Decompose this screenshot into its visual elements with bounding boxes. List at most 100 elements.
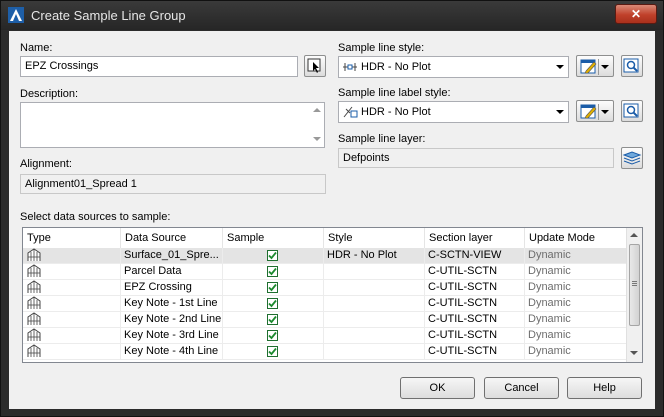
column-header-sample[interactable]: Sample: [223, 228, 324, 248]
column-header-data-source[interactable]: Data Source: [121, 228, 223, 248]
checkmark-icon: [268, 315, 277, 324]
type-cell: [23, 344, 121, 360]
description-label: Description:: [20, 88, 79, 100]
magnifier-icon: [623, 103, 639, 118]
style-cell[interactable]: [324, 296, 425, 312]
sample-checkbox[interactable]: [267, 250, 278, 261]
scroll-up-icon[interactable]: [630, 233, 638, 237]
sample-cell: [223, 248, 324, 264]
sample-checkbox[interactable]: [267, 282, 278, 293]
sample-line-layer-label: Sample line layer:: [338, 133, 426, 145]
type-cell: [23, 248, 121, 264]
table-row[interactable]: Parcel Data C-UTIL-SCTN Dynamic: [23, 264, 628, 280]
sample-checkbox[interactable]: [267, 314, 278, 325]
checkmark-icon: [268, 251, 277, 260]
sample-cell: [223, 312, 324, 328]
type-cell: [23, 312, 121, 328]
description-scrollbar[interactable]: [310, 103, 324, 147]
section-layer-cell[interactable]: C-UTIL-SCTN: [425, 344, 525, 360]
data-sources-grid[interactable]: Type Data Source Sample Style Section la…: [22, 227, 643, 363]
chevron-down-icon: [556, 110, 564, 114]
checkmark-icon: [268, 283, 277, 292]
sample-line-style-edit-button[interactable]: [576, 55, 614, 77]
name-input[interactable]: EPZ Crossings: [20, 56, 298, 77]
data-source-type-icon: [27, 344, 41, 357]
update-mode-cell[interactable]: Dynamic: [525, 280, 628, 296]
table-row[interactable]: Key Note - 1st Line C-UTIL-SCTN Dynamic: [23, 296, 628, 312]
checkmark-icon: [268, 299, 277, 308]
style-cell[interactable]: [324, 312, 425, 328]
style-cell[interactable]: [324, 280, 425, 296]
checkmark-icon: [268, 331, 277, 340]
column-header-style[interactable]: Style: [324, 228, 425, 248]
section-layer-cell[interactable]: C-UTIL-SCTN: [425, 280, 525, 296]
sample-line-label-style-combo[interactable]: HDR - No Plot: [338, 101, 569, 123]
update-mode-cell[interactable]: Dynamic: [525, 312, 628, 328]
label-style-icon: [343, 106, 358, 118]
section-layer-cell[interactable]: C-SCTN-VIEW: [425, 248, 525, 264]
sample-checkbox[interactable]: [267, 346, 278, 357]
table-row[interactable]: Key Note - 4th Line C-UTIL-SCTN Dynamic: [23, 344, 628, 360]
layer-icon: [622, 151, 642, 165]
grid-header: Type Data Source Sample Style Section la…: [23, 228, 628, 249]
type-cell: [23, 296, 121, 312]
sample-line-label-style-edit-button[interactable]: [576, 100, 614, 122]
update-mode-cell[interactable]: Dynamic: [525, 248, 628, 264]
column-header-section-layer[interactable]: Section layer: [425, 228, 525, 248]
table-row[interactable]: Key Note - 3rd Line C-UTIL-SCTN Dynamic: [23, 328, 628, 344]
sample-line-style-browse-button[interactable]: [621, 55, 643, 77]
scroll-down-icon[interactable]: [313, 137, 321, 141]
sample-line-style-combo[interactable]: HDR - No Plot: [338, 56, 569, 78]
name-label: Name:: [20, 42, 53, 54]
title-bar[interactable]: Create Sample Line Group ✕: [1, 1, 663, 30]
dialog-window: Create Sample Line Group ✕ Name: EPZ Cro…: [0, 0, 664, 417]
section-layer-cell[interactable]: C-UTIL-SCTN: [425, 312, 525, 328]
table-row[interactable]: EPZ Crossing C-UTIL-SCTN Dynamic: [23, 280, 628, 296]
style-cell[interactable]: HDR - No Plot: [324, 248, 425, 264]
column-header-update-mode[interactable]: Update Mode: [525, 228, 628, 248]
scroll-up-icon[interactable]: [313, 108, 321, 112]
sample-line-layer-button[interactable]: [621, 147, 643, 169]
data-source-cell: EPZ Crossing: [121, 280, 223, 296]
table-row[interactable]: Surface_01_Spre... HDR - No Plot C-SCTN-VI…: [23, 248, 628, 264]
close-button[interactable]: ✕: [615, 4, 657, 24]
data-source-type-icon: [27, 248, 41, 261]
section-layer-cell[interactable]: C-UTIL-SCTN: [425, 264, 525, 280]
data-source-cell: Key Note - 2nd Line: [121, 312, 223, 328]
update-mode-cell[interactable]: Dynamic: [525, 344, 628, 360]
column-header-type[interactable]: Type: [23, 228, 121, 248]
scroll-down-icon[interactable]: [630, 351, 638, 355]
help-button[interactable]: Help: [567, 377, 642, 399]
data-source-cell: Key Note - 3rd Line: [121, 328, 223, 344]
checkmark-icon: [268, 267, 277, 276]
style-cell[interactable]: [324, 264, 425, 280]
update-mode-cell[interactable]: Dynamic: [525, 264, 628, 280]
cancel-button[interactable]: Cancel: [484, 377, 559, 399]
data-source-type-icon: [27, 296, 41, 309]
table-row[interactable]: Key Note - 2nd Line C-UTIL-SCTN Dynamic: [23, 312, 628, 328]
chevron-down-icon: [601, 110, 609, 114]
scroll-thumb[interactable]: [629, 244, 640, 326]
sample-line-label-style-browse-button[interactable]: [621, 100, 643, 122]
description-input[interactable]: [20, 102, 325, 148]
data-source-type-icon: [27, 312, 41, 325]
alignment-label: Alignment:: [20, 158, 72, 170]
sample-checkbox[interactable]: [267, 266, 278, 277]
sample-checkbox[interactable]: [267, 298, 278, 309]
sample-checkbox[interactable]: [267, 330, 278, 341]
data-source-type-icon: [27, 264, 41, 277]
data-source-type-icon: [27, 328, 41, 341]
data-source-cell: Key Note - 4th Line: [121, 344, 223, 360]
grid-vertical-scrollbar[interactable]: [626, 228, 642, 362]
autocad-civil-icon: [8, 7, 24, 23]
update-mode-cell[interactable]: Dynamic: [525, 328, 628, 344]
sample-line-label-style-label: Sample line label style:: [338, 87, 451, 99]
update-mode-cell[interactable]: Dynamic: [525, 296, 628, 312]
dialog-body: Name: EPZ Crossings Description: Alignme…: [9, 31, 655, 409]
section-layer-cell[interactable]: C-UTIL-SCTN: [425, 328, 525, 344]
style-cell[interactable]: [324, 328, 425, 344]
style-cell[interactable]: [324, 344, 425, 360]
ok-button[interactable]: OK: [400, 377, 475, 399]
name-template-button[interactable]: [304, 55, 326, 77]
section-layer-cell[interactable]: C-UTIL-SCTN: [425, 296, 525, 312]
